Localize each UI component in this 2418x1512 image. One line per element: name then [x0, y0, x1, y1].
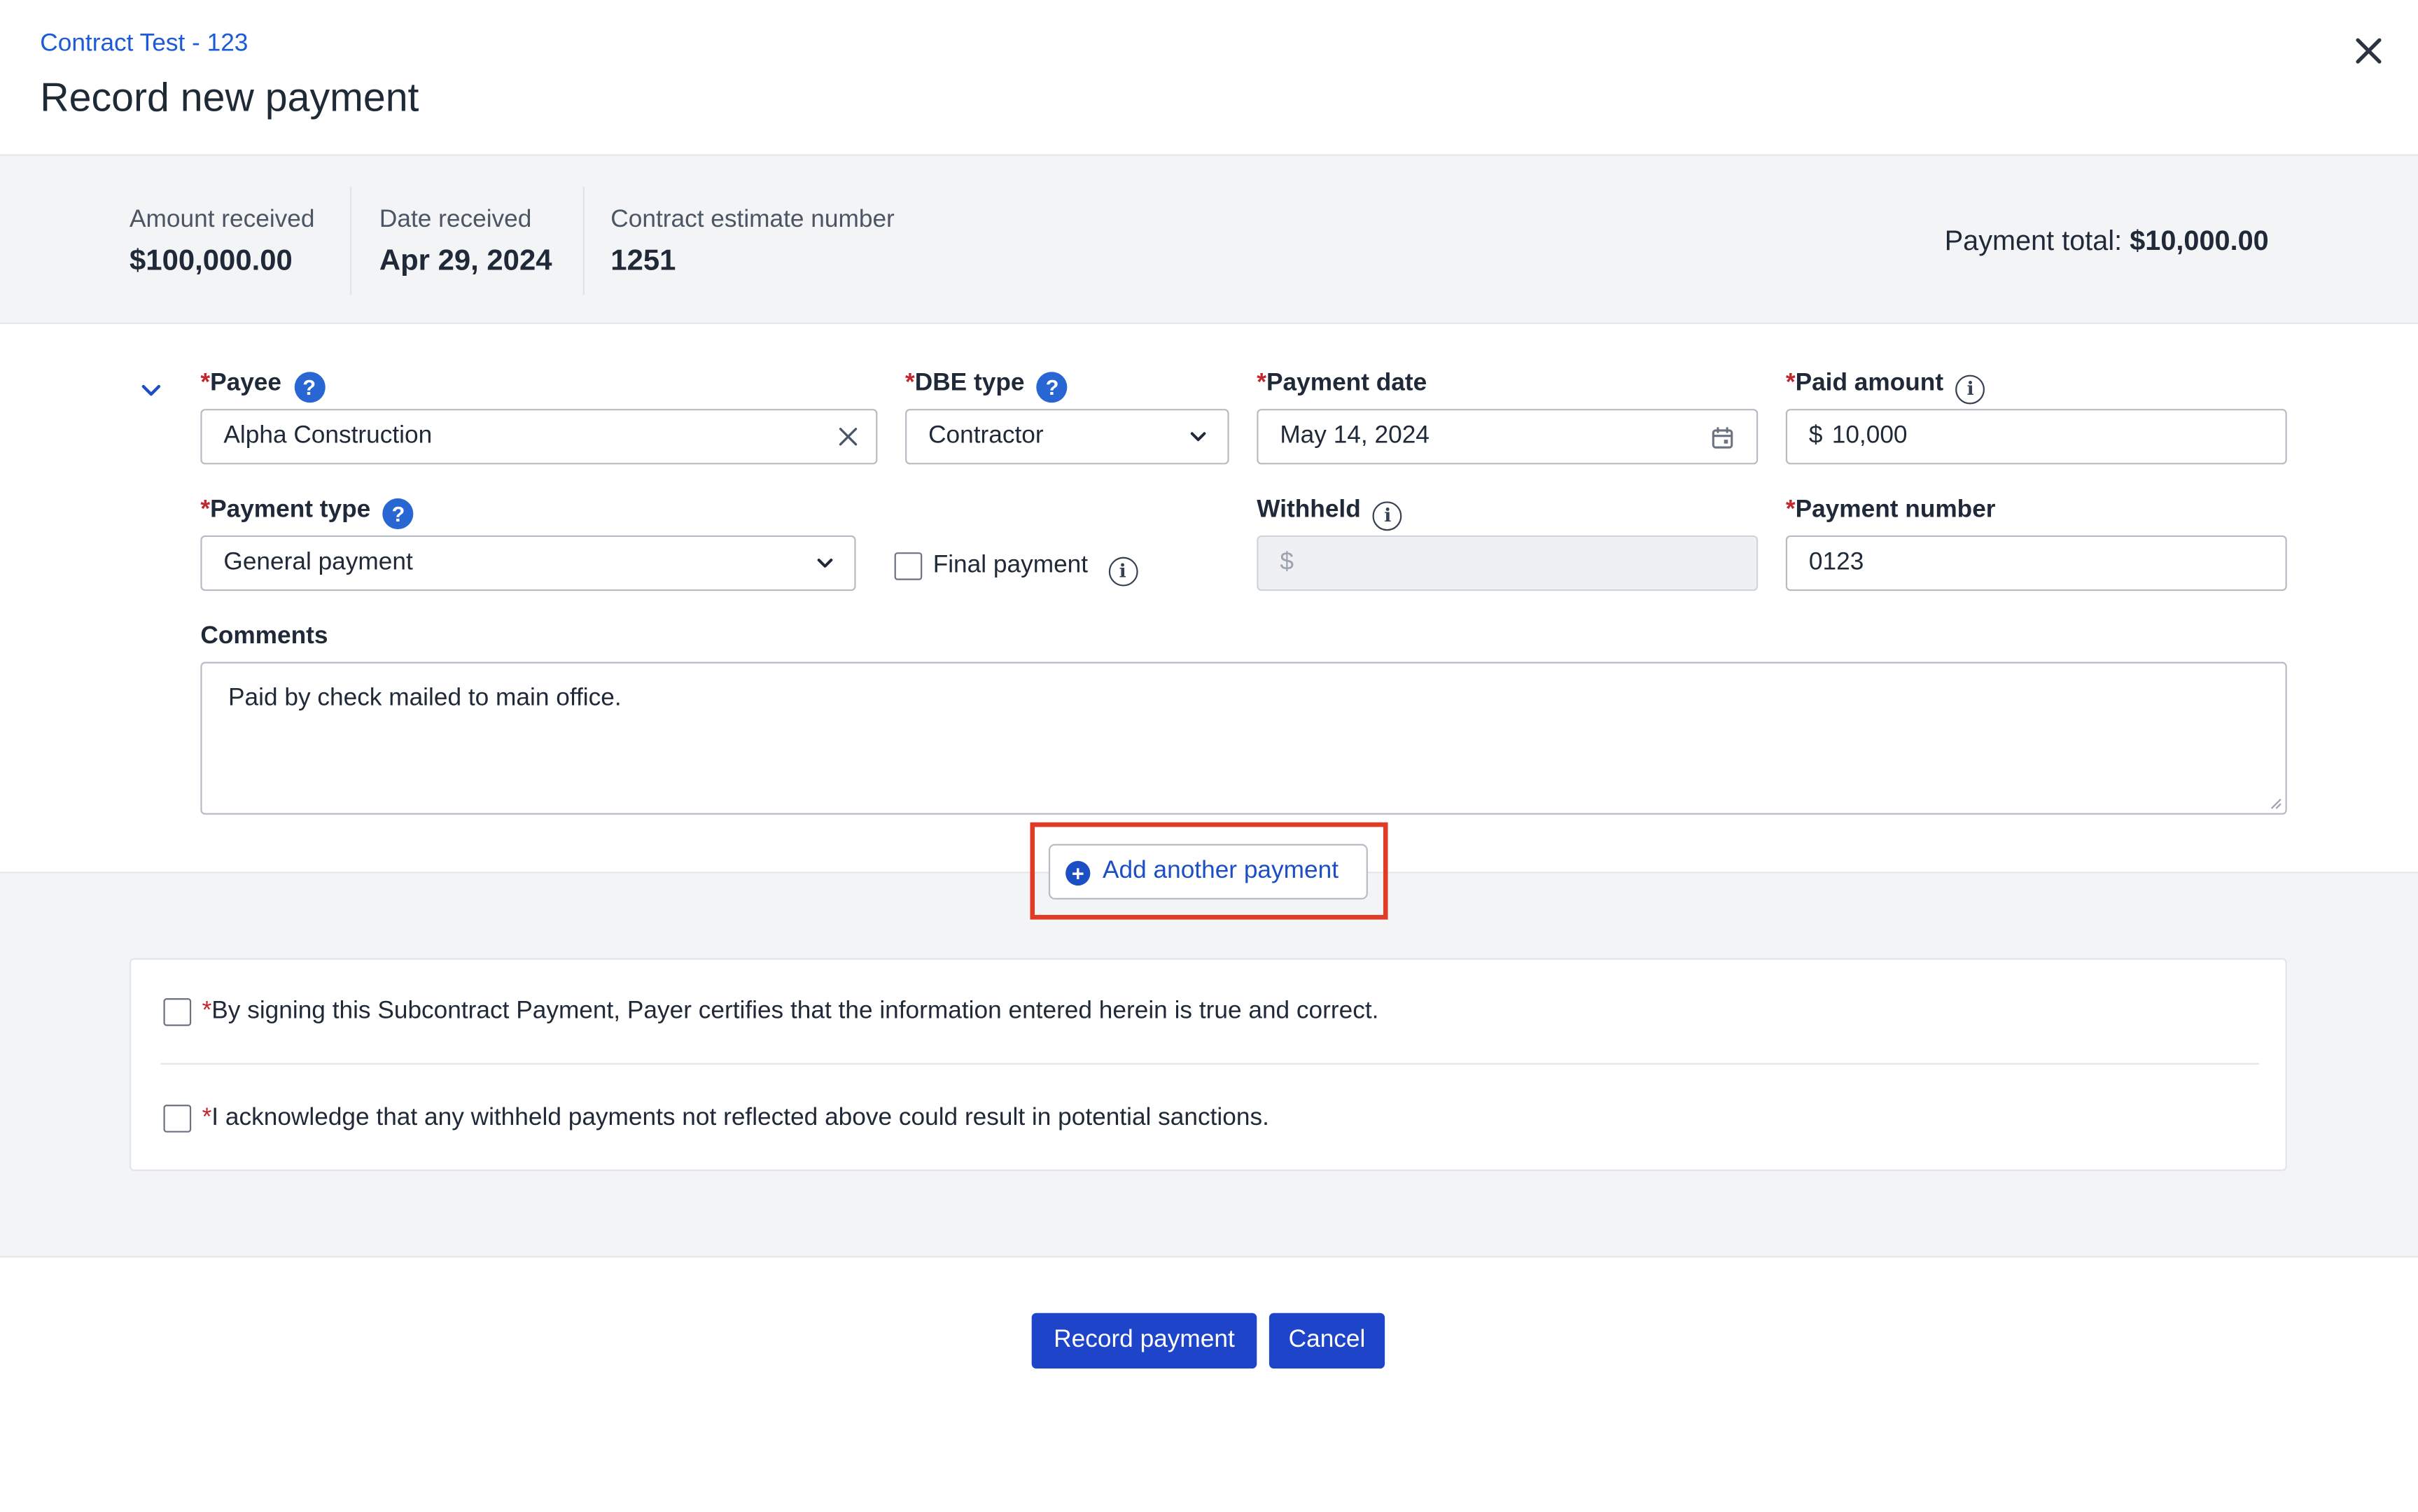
info-icon[interactable]: i — [1373, 501, 1403, 531]
payment-total: Payment total: $10,000.00 — [1945, 225, 2269, 258]
final-payment-checkbox[interactable] — [894, 552, 923, 580]
dbe-type-value: Contractor — [928, 422, 1044, 449]
withheld-label: Withheld i — [1257, 496, 1403, 531]
divider — [160, 1063, 2260, 1065]
final-payment-label: Final payment i — [932, 552, 1138, 587]
payment-date-value: May 14, 2024 — [1280, 422, 1430, 449]
help-icon[interactable]: ? — [293, 372, 325, 403]
final-payment-label-text: Final payment — [932, 552, 1089, 579]
amount-received-value: $100,000.00 — [130, 245, 293, 278]
payment-summary: Amount received $100,000.00 Date receive… — [0, 154, 2418, 324]
calendar-icon[interactable] — [1710, 426, 1735, 450]
add-another-payment-label: Add another payment — [1103, 858, 1339, 884]
payee-label: *Payee? — [200, 370, 325, 403]
date-received-label: Date received — [379, 206, 532, 233]
payment-type-label: *Payment type? — [200, 496, 414, 530]
payment-number-input[interactable]: 0123 — [1785, 535, 2287, 592]
record-payment-dialog: Contract Test - 123 Record new payment A… — [0, 0, 2418, 1512]
currency-prefix: $ — [1280, 549, 1294, 576]
paid-amount-label-text: Paid amount — [1795, 370, 1944, 397]
chevron-down-icon — [141, 384, 161, 396]
payment-type-value: General payment — [223, 549, 413, 576]
required-mark: * — [202, 1105, 212, 1131]
payment-date-label: *Payment date — [1257, 370, 1427, 398]
withheld-input: $ — [1257, 535, 1759, 592]
date-received-value: Apr 29, 2024 — [379, 245, 552, 278]
collapse-payment-button[interactable] — [137, 377, 165, 405]
certify-text-body: By signing this Subcontract Payment, Pay… — [211, 998, 1379, 1025]
withheld-label-text: Withheld — [1257, 496, 1361, 524]
payment-type-select[interactable]: General payment — [200, 535, 856, 592]
required-mark: * — [202, 998, 212, 1025]
help-icon[interactable]: ? — [382, 498, 414, 530]
contract-estimate-value: 1251 — [610, 245, 676, 278]
payment-number-value: 0123 — [1808, 549, 1864, 576]
info-icon[interactable]: i — [1107, 556, 1138, 587]
amount-received-label: Amount received — [130, 206, 315, 233]
breadcrumb-link[interactable]: Contract Test - 123 — [40, 31, 248, 59]
payment-type-label-text: Payment type — [210, 496, 371, 524]
required-mark: * — [200, 370, 211, 397]
contract-estimate-label: Contract estimate number — [610, 206, 895, 233]
payment-total-label: Payment total: — [1944, 225, 2123, 256]
required-mark: * — [1785, 370, 1796, 397]
paid-amount-value: 10,000 — [1831, 422, 1908, 449]
close-button[interactable] — [2345, 28, 2391, 74]
help-icon[interactable]: ? — [1037, 372, 1068, 403]
certify-text: *By signing this Subcontract Payment, Pa… — [202, 998, 1379, 1026]
payee-value: Alpha Construction — [223, 422, 433, 449]
dbe-type-label-text: DBE type — [914, 370, 1025, 397]
required-mark: * — [1257, 370, 1267, 397]
chevron-down-icon — [1190, 432, 1206, 442]
divider — [350, 186, 352, 295]
payment-number-label: *Payment number — [1786, 497, 1996, 525]
clear-icon[interactable] — [836, 424, 860, 449]
payment-date-label-text: Payment date — [1266, 370, 1427, 397]
page-title: Record new payment — [40, 74, 419, 120]
required-mark: * — [200, 496, 211, 524]
record-payment-button[interactable]: Record payment — [1031, 1312, 1257, 1369]
required-mark: * — [1785, 496, 1796, 524]
required-mark: * — [905, 370, 915, 397]
payment-date-input[interactable]: May 14, 2024 — [1257, 409, 1759, 465]
acknowledge-checkbox[interactable] — [163, 1105, 192, 1133]
info-icon[interactable]: i — [1955, 374, 1985, 405]
comments-textarea[interactable]: Paid by check mailed to main office. — [200, 662, 2287, 815]
comments-label: Comments — [200, 623, 328, 650]
payment-total-value: $10,000.00 — [2130, 225, 2269, 256]
certify-checkbox[interactable] — [163, 998, 192, 1026]
acknowledge-text: *I acknowledge that any withheld payment… — [202, 1105, 1269, 1133]
acknowledge-text-body: I acknowledge that any withheld payments… — [211, 1105, 1269, 1131]
paid-amount-label: *Paid amount i — [1785, 370, 1985, 405]
payee-input[interactable]: Alpha Construction — [200, 409, 878, 465]
certification-card: *By signing this Subcontract Payment, Pa… — [130, 958, 2287, 1171]
paid-amount-input[interactable]: $10,000 — [1785, 409, 2287, 465]
plus-circle-icon: + — [1065, 860, 1091, 886]
payee-label-text: Payee — [210, 370, 282, 397]
currency-prefix: $ — [1808, 422, 1823, 449]
comments-value: Paid by check mailed to main office. — [228, 685, 622, 712]
payment-number-label-text: Payment number — [1795, 496, 1996, 524]
divider — [582, 186, 585, 295]
resize-handle-icon[interactable] — [2270, 798, 2283, 811]
dbe-type-select[interactable]: Contractor — [905, 409, 1229, 465]
dbe-type-label: *DBE type? — [905, 370, 1068, 403]
add-another-payment-button[interactable]: + Add another payment — [1048, 844, 1368, 899]
close-icon — [2356, 38, 2382, 64]
cancel-button[interactable]: Cancel — [1269, 1312, 1385, 1369]
chevron-down-icon — [817, 559, 833, 568]
